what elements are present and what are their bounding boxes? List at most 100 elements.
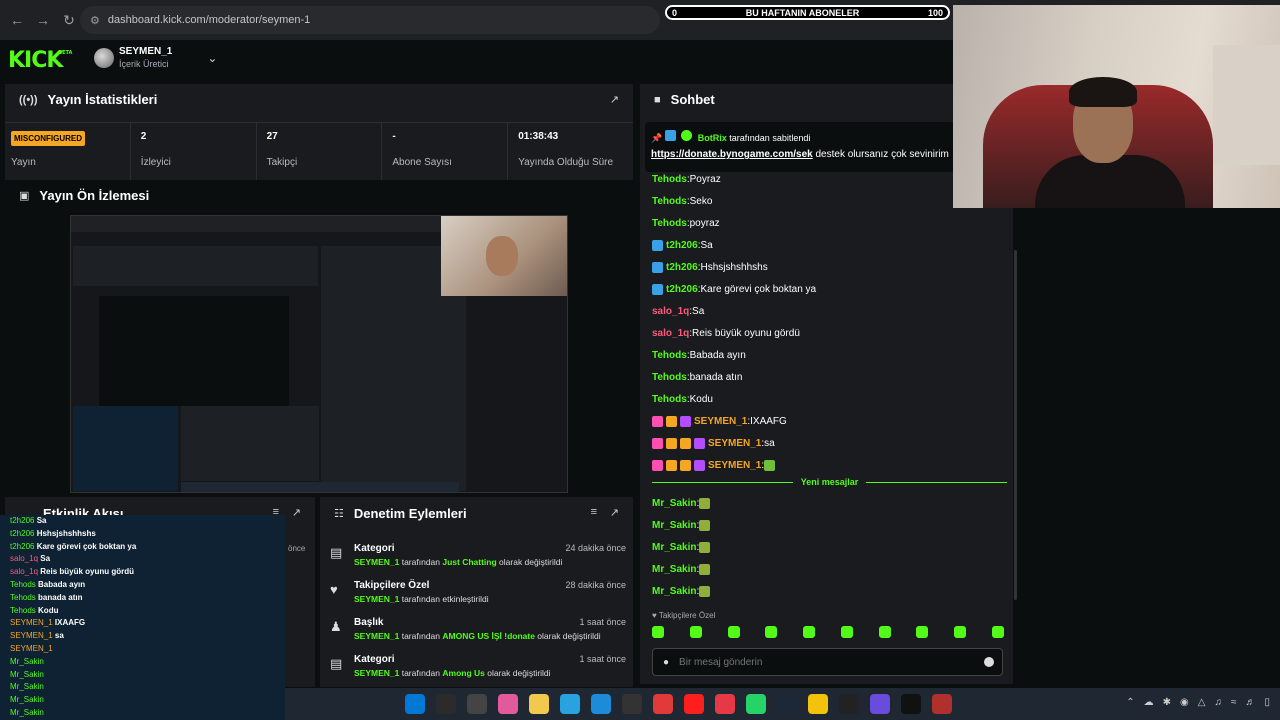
chat-input[interactable] (679, 656, 970, 668)
taskbar-app-icon[interactable] (591, 694, 611, 714)
back-icon[interactable]: ← (4, 12, 30, 28)
chat-message[interactable]: Mr_Sakin: (652, 564, 713, 575)
chat-message[interactable]: Tehods: poyraz (652, 218, 720, 229)
chat-message[interactable]: Mr_Sakin: (652, 498, 713, 509)
chat-username[interactable]: t2h206 (666, 240, 698, 251)
chat-message[interactable]: t2h206: Sa (652, 240, 713, 251)
filter-icon[interactable]: ≡ (591, 506, 597, 518)
pinned-body: https://donate.bynogame.com/sek destek o… (651, 149, 949, 160)
emote-button[interactable] (916, 626, 929, 638)
badge-icon (666, 416, 677, 427)
chat-username[interactable]: Tehods (652, 372, 687, 383)
emote-button[interactable] (727, 626, 740, 638)
stream-preview-video[interactable] (70, 215, 568, 493)
chat-message[interactable]: Tehods: Kodu (652, 394, 713, 405)
emote-button[interactable] (840, 626, 853, 638)
wifi-icon[interactable]: ≈ (1231, 697, 1237, 708)
emote-button[interactable] (652, 626, 664, 638)
taskbar-app-icon[interactable] (560, 694, 580, 714)
chat-message[interactable]: Tehods: Poyraz (652, 174, 721, 185)
taskbar-app-icon[interactable] (839, 694, 859, 714)
chat-message[interactable]: t2h206: Kare görevi çok boktan ya (652, 284, 816, 295)
kick-logo[interactable]: KICK BETA (8, 48, 72, 73)
bluetooth-icon[interactable]: ✱ (1163, 697, 1171, 708)
chat-username[interactable]: salo_1q (652, 306, 689, 317)
badge-icon (694, 438, 705, 449)
chat-username[interactable]: Mr_Sakin (652, 542, 696, 553)
chat-username[interactable]: Mr_Sakin (652, 520, 696, 531)
chat-username[interactable]: t2h206 (666, 262, 698, 273)
steam-icon[interactable]: ◉ (1180, 697, 1189, 708)
taskbar-app-icon[interactable] (498, 694, 518, 714)
taskbar-app-icon[interactable] (529, 694, 549, 714)
popout-icon[interactable]: ↗ (610, 93, 619, 106)
up-icon[interactable]: ⌃ (1126, 697, 1134, 708)
taskbar-app-icon[interactable] (777, 694, 797, 714)
emote-button[interactable] (954, 626, 967, 638)
taskbar-app-icon[interactable] (746, 694, 766, 714)
chat-message[interactable]: SEYMEN_1: (652, 460, 778, 471)
chat-username[interactable]: Tehods (652, 196, 687, 207)
emote-button[interactable] (765, 626, 778, 638)
speaker-icon[interactable]: ♬ (1245, 697, 1255, 708)
shield-icon[interactable]: △ (1198, 697, 1206, 708)
chat-username[interactable]: SEYMEN_1 (694, 416, 747, 427)
chat-username[interactable]: Tehods (652, 394, 687, 405)
emote-button[interactable] (689, 626, 702, 638)
chat-username[interactable]: SEYMEN_1 (708, 460, 761, 471)
chat-username[interactable]: Mr_Sakin (652, 564, 696, 575)
chat-username[interactable]: Mr_Sakin (652, 586, 696, 597)
user-switcher[interactable]: SEYMEN_1 İçerik Üretici ⌄ (94, 46, 217, 70)
forward-icon[interactable]: → (30, 12, 56, 28)
chat-scrollbar[interactable] (1014, 250, 1017, 600)
chat-message[interactable]: Mr_Sakin: (652, 586, 713, 597)
chat-message[interactable]: SEYMEN_1: sa (652, 438, 775, 449)
chat-username[interactable]: t2h206 (666, 284, 698, 295)
chat-input-box[interactable]: ● (652, 648, 1003, 676)
chat-message[interactable]: Tehods: Seko (652, 196, 712, 207)
site-info-icon[interactable]: ⚙ (90, 14, 100, 27)
taskbar-app-icon[interactable] (808, 694, 828, 714)
activity-user: t2h206 (10, 516, 35, 525)
chat-username[interactable]: SEYMEN_1 (708, 438, 761, 449)
taskbar-app-icon[interactable] (684, 694, 704, 714)
chat-username[interactable]: Tehods (652, 174, 687, 185)
pinned-link[interactable]: https://donate.bynogame.com/sek (651, 149, 813, 160)
taskbar-app-icon[interactable] (622, 694, 642, 714)
mic-icon[interactable]: ♫ (1214, 697, 1222, 708)
chat-username[interactable]: salo_1q (652, 328, 689, 339)
chat-message[interactable]: SEYMEN_1: IXAAFG (652, 416, 787, 427)
chat-username[interactable]: Tehods (652, 350, 687, 361)
taskbar-app-icon[interactable] (715, 694, 735, 714)
taskbar-app-icon[interactable] (932, 694, 952, 714)
taskbar-app-icon[interactable] (901, 694, 921, 714)
reload-icon[interactable]: ↻ (56, 12, 82, 29)
emote-button[interactable] (991, 626, 1004, 638)
chat-message[interactable]: salo_1q: Sa (652, 306, 704, 317)
popout-icon[interactable]: ↗ (292, 506, 301, 519)
chat-username[interactable]: Tehods (652, 218, 687, 229)
pinned-message[interactable]: 📌 BotRix tarafından sabitlendi https://d… (645, 122, 955, 172)
taskbar-app-icon[interactable] (467, 694, 487, 714)
chat-message[interactable]: Tehods: banada atın (652, 372, 742, 383)
chat-settings-icon[interactable]: ● (663, 657, 669, 668)
taskbar-app-icon[interactable] (653, 694, 673, 714)
emote-button[interactable] (878, 626, 891, 638)
chat-message[interactable]: t2h206: Hshsjshshhshs (652, 262, 768, 273)
chat-username[interactable]: Mr_Sakin (652, 498, 696, 509)
battery-icon[interactable]: ▯ (1264, 697, 1270, 708)
chat-message[interactable]: Tehods: Babada ayın (652, 350, 746, 361)
chevron-down-icon[interactable]: ⌄ (207, 51, 217, 65)
taskbar-app-icon[interactable] (436, 694, 456, 714)
chat-title-text: Sohbet (670, 92, 715, 107)
address-bar[interactable]: ⚙ dashboard.kick.com/moderator/seymen-1 (80, 6, 660, 34)
cloud-icon[interactable]: ☁ (1144, 697, 1154, 708)
chat-message[interactable]: salo_1q: Reis büyük oyunu gördü (652, 328, 800, 339)
chat-message[interactable]: Mr_Sakin: (652, 520, 713, 531)
emote-button[interactable] (803, 626, 816, 638)
chat-message[interactable]: Mr_Sakin: (652, 542, 713, 553)
popout-icon[interactable]: ↗ (610, 506, 619, 519)
taskbar-app-icon[interactable] (405, 694, 425, 714)
taskbar-app-icon[interactable] (870, 694, 890, 714)
emoji-icon[interactable] (984, 657, 994, 667)
